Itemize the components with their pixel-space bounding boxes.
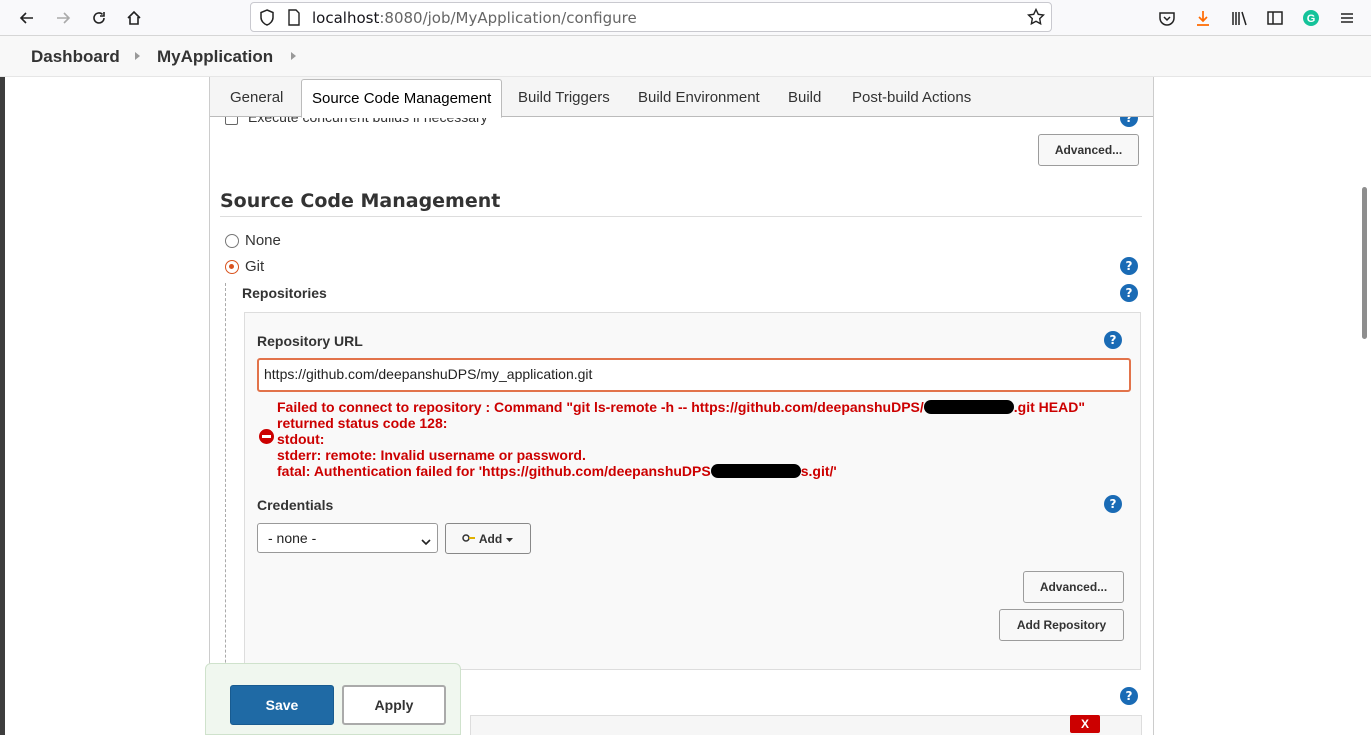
home-icon[interactable] <box>122 6 146 30</box>
general-advanced-button[interactable]: Advanced... <box>1038 134 1139 166</box>
chevron-down-icon <box>421 533 431 549</box>
help-icon[interactable]: ? <box>1120 687 1138 705</box>
grammarly-icon[interactable]: G <box>1299 6 1323 30</box>
page-scrollbar[interactable] <box>1359 77 1371 735</box>
page-icon[interactable] <box>287 9 301 30</box>
config-panel: Execute concurrent builds if necessary ?… <box>209 77 1154 735</box>
scm-git-label: Git <box>245 258 265 275</box>
redaction-mark <box>923 400 1014 414</box>
breadcrumb-myapplication[interactable]: MyApplication <box>157 47 273 67</box>
error-line-1-end: .git HEAD" <box>1013 399 1085 415</box>
tab-source-code-management[interactable]: Source Code Management <box>301 79 503 118</box>
scm-git-radio[interactable] <box>225 260 239 274</box>
error-line-4: stderr: remote: Invalid username or pass… <box>277 447 586 463</box>
breadcrumb-chevron-icon[interactable] <box>135 52 140 60</box>
tab-post-build-actions[interactable]: Post-build Actions <box>852 89 971 106</box>
address-bar[interactable]: localhost:8080/job/MyApplication/configu… <box>250 2 1052 32</box>
save-button[interactable]: Save <box>230 685 334 725</box>
tab-build-triggers[interactable]: Build Triggers <box>518 89 610 106</box>
error-line-5-start: fatal: Authentication failed for 'https:… <box>277 463 711 479</box>
breadcrumb-chevron-icon[interactable] <box>291 52 296 60</box>
repositories-label: Repositories <box>242 285 327 301</box>
help-icon[interactable]: ? <box>1120 284 1138 302</box>
scm-none-label: None <box>245 232 281 249</box>
error-icon <box>259 429 274 444</box>
bottom-action-bar: Save Apply <box>205 663 461 735</box>
svg-text:G: G <box>1307 13 1316 25</box>
credentials-label: Credentials <box>257 497 334 513</box>
reload-icon[interactable] <box>87 6 111 30</box>
tab-build-environment[interactable]: Build Environment <box>638 89 760 106</box>
section-divider <box>220 216 1142 217</box>
forward-icon[interactable] <box>51 6 75 30</box>
sidebar-icon[interactable] <box>1263 6 1287 30</box>
error-line-5: fatal: Authentication failed for 'https:… <box>277 463 837 479</box>
help-icon[interactable]: ? <box>1104 331 1122 349</box>
add-credentials-button[interactable]: Add <box>445 523 531 554</box>
error-line-1-start: Failed to connect to repository : Comman… <box>277 399 924 415</box>
library-icon[interactable] <box>1227 6 1251 30</box>
error-line-3: stdout: <box>277 431 325 447</box>
url-text: localhost:8080/job/MyApplication/configu… <box>312 9 637 27</box>
key-icon <box>462 532 476 546</box>
browser-toolbar: localhost:8080/job/MyApplication/configu… <box>0 0 1371 36</box>
caret-down-icon <box>505 532 514 546</box>
shield-icon[interactable] <box>259 9 275 30</box>
breadcrumb: Dashboard MyApplication <box>0 36 1371 77</box>
back-icon[interactable] <box>15 6 39 30</box>
error-line-5-end: s.git/' <box>800 463 837 479</box>
apply-button[interactable]: Apply <box>342 685 446 725</box>
breadcrumb-dashboard[interactable]: Dashboard <box>31 47 120 67</box>
menu-icon[interactable] <box>1335 6 1359 30</box>
help-icon[interactable]: ? <box>1104 495 1122 513</box>
repo-advanced-button[interactable]: Advanced... <box>1023 571 1124 603</box>
credentials-selected-value: - none - <box>268 530 317 546</box>
tab-general[interactable]: General <box>230 89 283 106</box>
add-credentials-label: Add <box>478 531 503 546</box>
pocket-icon[interactable] <box>1155 6 1179 30</box>
add-repository-button[interactable]: Add Repository <box>999 609 1124 641</box>
download-icon[interactable] <box>1191 6 1215 30</box>
config-tabs: General Source Code Management Build Tri… <box>210 77 1153 118</box>
scrollbar-thumb[interactable] <box>1362 187 1367 339</box>
left-edge <box>0 77 5 735</box>
next-section-block <box>470 715 1142 735</box>
repository-url-input[interactable]: https://github.com/deepanshuDPS/my_appli… <box>257 358 1131 392</box>
url-path: :8080/job/MyApplication/configure <box>379 9 637 27</box>
bookmark-star-icon[interactable] <box>1026 7 1046 30</box>
repository-url-label: Repository URL <box>257 333 363 349</box>
error-line-1: Failed to connect to repository : Comman… <box>277 399 1085 415</box>
redaction-mark <box>710 464 801 478</box>
help-icon[interactable]: ? <box>1120 257 1138 275</box>
url-host: localhost <box>312 9 380 27</box>
repository-block: Repository URL ? https://github.com/deep… <box>244 312 1141 670</box>
tab-build[interactable]: Build <box>788 89 821 106</box>
section-title: Source Code Management <box>220 190 501 212</box>
error-line-2: returned status code 128: <box>277 415 448 431</box>
scm-none-radio[interactable] <box>225 234 239 248</box>
credentials-select[interactable]: - none - <box>257 523 438 553</box>
delete-button[interactable]: X <box>1070 715 1100 733</box>
